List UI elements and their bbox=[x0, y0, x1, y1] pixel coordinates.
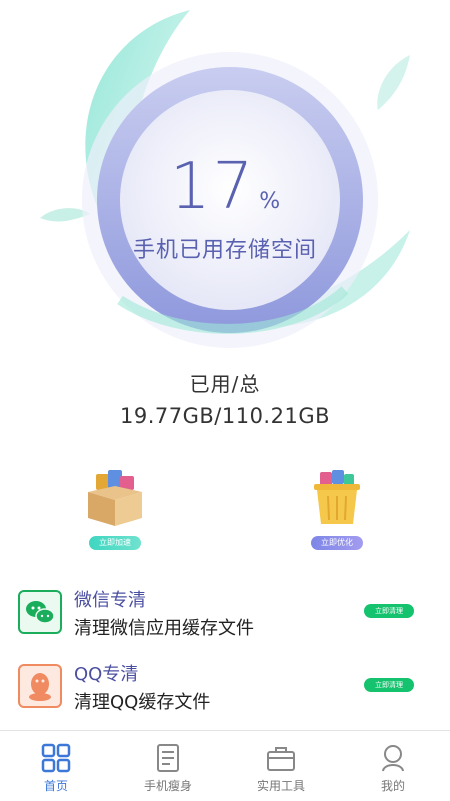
list-item-desc: 清理QQ缓存文件 bbox=[74, 692, 211, 713]
optimize-button[interactable]: 立即优化 bbox=[311, 536, 363, 550]
speed-up-action[interactable]: 立即加速 bbox=[70, 468, 160, 550]
tab-mine[interactable]: 我的 bbox=[337, 743, 449, 794]
speed-up-button[interactable]: 立即加速 bbox=[89, 536, 141, 550]
tab-label: 我的 bbox=[380, 779, 405, 793]
optimize-action[interactable]: 立即优化 bbox=[292, 468, 382, 550]
list-item-wechat[interactable]: 微信专清 清理微信应用缓存文件 立即清理 bbox=[18, 586, 432, 646]
used-total-label: 已用/总 bbox=[189, 372, 261, 396]
document-icon bbox=[157, 744, 179, 772]
storage-gauge: 17% 手机已用存储空间 bbox=[0, 0, 450, 360]
list-item-title: 微信专清 bbox=[74, 590, 146, 611]
grid-icon bbox=[41, 743, 71, 773]
wechat-icon bbox=[18, 590, 62, 634]
tab-label: 手机瘦身 bbox=[143, 779, 192, 793]
clean-button[interactable]: 立即清理 bbox=[364, 678, 414, 692]
tab-label: 实用工具 bbox=[256, 779, 305, 793]
storage-caption: 手机已用存储空间 bbox=[132, 238, 317, 263]
tab-label: 首页 bbox=[43, 779, 68, 793]
bottom-tab-bar: 首页 手机瘦身 实用工具 我的 bbox=[0, 730, 450, 801]
list-item-title: QQ专清 bbox=[74, 664, 139, 685]
tab-tools[interactable]: 实用工具 bbox=[225, 743, 337, 794]
person-icon bbox=[382, 745, 404, 772]
qq-icon bbox=[18, 664, 62, 708]
toolbox-icon bbox=[267, 747, 295, 771]
clean-button[interactable]: 立即清理 bbox=[364, 604, 414, 618]
box-icon bbox=[88, 470, 142, 526]
tab-slim[interactable]: 手机瘦身 bbox=[112, 743, 224, 794]
storage-percent: 17% bbox=[0, 150, 450, 224]
percent-sign: % bbox=[259, 189, 281, 214]
trash-bin-icon bbox=[314, 470, 360, 524]
tab-home[interactable]: 首页 bbox=[0, 743, 112, 794]
list-item-qq[interactable]: QQ专清 清理QQ缓存文件 立即清理 bbox=[18, 660, 432, 720]
percent-value: 17 bbox=[169, 150, 256, 224]
list-item-desc: 清理微信应用缓存文件 bbox=[74, 618, 254, 639]
used-total-value: 19.77GB/110.21GB bbox=[119, 404, 331, 428]
